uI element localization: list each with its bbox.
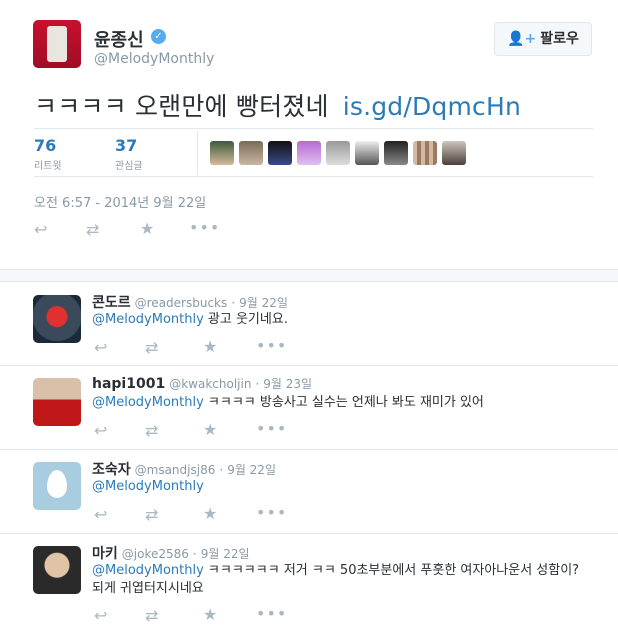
star-icon[interactable]: ★: [203, 605, 217, 624]
reply-author[interactable]: 조숙자 @msandjsj86 · 9월 22일: [92, 459, 276, 479]
more-icon[interactable]: •••: [256, 604, 287, 623]
more-icon[interactable]: •••: [256, 419, 287, 438]
reply-mention[interactable]: @MelodyMonthly: [92, 563, 204, 578]
reply-author[interactable]: 마키 @joke2586 · 9월 22일: [92, 543, 250, 563]
verified-badge-icon: ✓: [151, 29, 166, 44]
reply-dot: ·: [255, 377, 260, 391]
tweet-link[interactable]: is.gd/DqmcHn: [343, 92, 521, 121]
star-icon[interactable]: ★: [203, 420, 217, 439]
reply-icon[interactable]: ↩: [34, 220, 47, 239]
divider: [0, 365, 618, 366]
divider: [0, 449, 618, 450]
star-icon[interactable]: ★: [203, 337, 217, 356]
reply-date: 9월 22일: [200, 547, 250, 561]
stats-divider: [197, 131, 198, 175]
retweet-icon[interactable]: ⇄: [145, 606, 158, 625]
favoriter-avatar[interactable]: [355, 141, 379, 165]
reply-avatar[interactable]: [33, 462, 81, 510]
retweet-label: 리트윗: [34, 161, 62, 172]
reply-body: ㅋㅋㅋㅋ 방송사고 실수는 언제나 봐도 재미가 있어: [207, 395, 484, 410]
retweet-count[interactable]: 76: [34, 136, 56, 155]
replies-separator: [0, 269, 618, 282]
add-user-icon: 👤+: [507, 31, 537, 47]
author-handle[interactable]: @MelodyMonthly: [94, 51, 214, 67]
favoriter-avatar[interactable]: [268, 141, 292, 165]
reply-mention[interactable]: @MelodyMonthly: [92, 312, 204, 327]
more-icon[interactable]: •••: [256, 503, 287, 522]
reply-body: 광고 웃기네요.: [207, 312, 288, 327]
star-icon[interactable]: ★: [140, 219, 154, 238]
divider: [34, 176, 593, 177]
reply-dot: ·: [219, 463, 224, 477]
reply-dot: ·: [231, 296, 236, 310]
retweet-icon[interactable]: ⇄: [145, 338, 158, 357]
more-icon[interactable]: •••: [189, 218, 220, 237]
tweet-body: ㅋㅋㅋㅋ 오랜만에 빵터졌네: [34, 92, 329, 121]
follow-button[interactable]: 👤+ 팔로우: [494, 22, 592, 56]
reply-date: 9월 22일: [239, 296, 288, 310]
reply-author[interactable]: hapi1001 @kwakcholjin · 9월 23일: [92, 375, 312, 392]
more-icon[interactable]: •••: [256, 336, 287, 355]
reply-date: 9월 23일: [263, 377, 313, 391]
retweet-icon[interactable]: ⇄: [86, 220, 99, 239]
divider: [0, 533, 618, 534]
favoriter-avatar[interactable]: [297, 141, 321, 165]
retweet-icon[interactable]: ⇄: [145, 505, 158, 524]
follow-label: 팔로우: [540, 31, 579, 47]
reply-handle: @kwakcholjin: [169, 377, 252, 391]
retweet-icon[interactable]: ⇄: [145, 421, 158, 440]
author-avatar[interactable]: [33, 20, 81, 68]
reply-date: 9월 22일: [227, 463, 276, 477]
reply-text: @MelodyMonthly ㅋㅋㅋㅋㅋㅋ 저거 ㅋㅋ 50초부분에서 푸훗한 …: [92, 562, 592, 598]
reply-icon[interactable]: ↩: [94, 421, 107, 440]
reply-handle: @joke2586: [121, 547, 189, 561]
reply-name: 조숙자: [92, 462, 131, 478]
reply-mention[interactable]: @MelodyMonthly: [92, 479, 204, 494]
reply-avatar[interactable]: [33, 378, 81, 426]
reply-name: hapi1001: [92, 376, 166, 392]
reply-text: @MelodyMonthly ㅋㅋㅋㅋ 방송사고 실수는 언제나 봐도 재미가 …: [92, 394, 592, 412]
reply-handle: @msandjsj86: [134, 463, 216, 477]
favoriter-avatar[interactable]: [210, 141, 234, 165]
egg-icon: [47, 470, 67, 498]
reply-handle: @readersbucks: [134, 296, 228, 310]
favoriter-avatar[interactable]: [384, 141, 408, 165]
reply-icon[interactable]: ↩: [94, 505, 107, 524]
reply-author[interactable]: 콘도르 @readersbucks · 9월 22일: [92, 292, 288, 312]
reply-name: 콘도르: [92, 295, 131, 311]
star-icon[interactable]: ★: [203, 504, 217, 523]
reply-mention[interactable]: @MelodyMonthly: [92, 395, 204, 410]
favorite-count[interactable]: 37: [115, 136, 137, 155]
favoriter-avatar[interactable]: [239, 141, 263, 165]
reply-text: @MelodyMonthly 광고 웃기네요.: [92, 311, 592, 329]
favorite-label: 관심글: [115, 161, 143, 172]
favoriter-avatar[interactable]: [326, 141, 350, 165]
author-name[interactable]: 윤종신: [94, 26, 144, 52]
divider: [34, 128, 593, 129]
favoriter-avatar[interactable]: [442, 141, 466, 165]
reply-avatar[interactable]: [33, 295, 81, 343]
reply-dot: ·: [192, 547, 197, 561]
reply-avatar[interactable]: [33, 546, 81, 594]
reply-text: @MelodyMonthly: [92, 478, 592, 496]
reply-icon[interactable]: ↩: [94, 606, 107, 625]
favoriter-avatar[interactable]: [413, 141, 437, 165]
reply-name: 마키: [92, 546, 118, 562]
tweet-text: ㅋㅋㅋㅋ 오랜만에 빵터졌네 is.gd/DqmcHn: [34, 87, 521, 123]
reply-icon[interactable]: ↩: [94, 338, 107, 357]
tweet-timestamp[interactable]: 오전 6:57 - 2014년 9월 22일: [34, 192, 206, 211]
